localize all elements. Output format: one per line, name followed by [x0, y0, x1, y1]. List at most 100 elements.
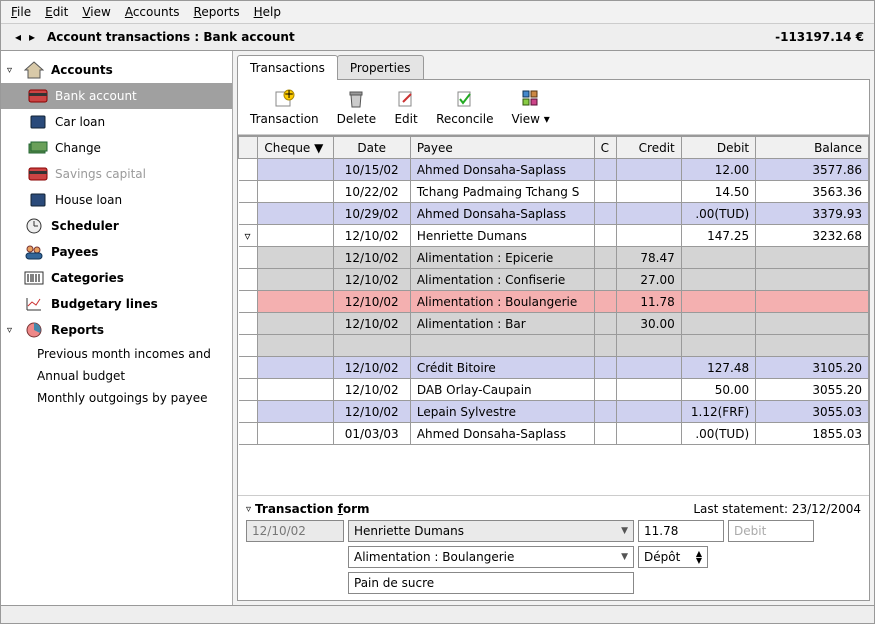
toolbar-reconcile[interactable]: Reconcile [432, 86, 497, 128]
transactions-grid[interactable]: Cheque ▼ Date Payee C Credit Debit Balan… [238, 135, 869, 495]
sidebar-budgetary-label: Budgetary lines [51, 297, 158, 311]
table-row[interactable]: 12/10/02DAB Orlay-Caupain50.003055.20 [239, 379, 869, 401]
tab-transactions[interactable]: Transactions [237, 55, 338, 80]
sidebar: ▿ Accounts Bank account Car loan Change … [1, 51, 233, 605]
table-row[interactable]: 12/10/02Alimentation : Confiserie27.00 [239, 269, 869, 291]
sidebar-item-label: Change [55, 141, 101, 155]
menu-view[interactable]: View [82, 5, 110, 19]
cash-icon [27, 139, 49, 157]
table-row[interactable]: 12/10/02Alimentation : Epicerie78.47 [239, 247, 869, 269]
toolbar-delete[interactable]: Delete [333, 86, 380, 128]
pie-icon [23, 321, 45, 339]
sidebar-payees[interactable]: Payees [1, 239, 232, 265]
table-row[interactable]: 12/10/02Alimentation : Bar30.00 [239, 313, 869, 335]
chevron-down-icon[interactable]: ▿ [7, 65, 17, 76]
spinner-icon: ▲▼ [696, 550, 702, 564]
form-title: Transaction form [255, 502, 370, 516]
sidebar-reports[interactable]: ▿ Reports [1, 317, 232, 343]
menu-edit[interactable]: Edit [45, 5, 68, 19]
form-type[interactable]: Dépôt▲▼ [638, 546, 708, 568]
table-row[interactable]: 10/22/02Tchang Padmaing Tchang S14.50356… [239, 181, 869, 203]
table-row[interactable]: 10/29/02Ahmed Donsaha-Saplass.00(TUD)337… [239, 203, 869, 225]
menu-help[interactable]: Help [254, 5, 281, 19]
col-debit[interactable]: Debit [681, 137, 755, 159]
table-row[interactable]: ▿12/10/02Henriette Dumans147.253232.68 [239, 225, 869, 247]
tabs: Transactions Properties [237, 55, 870, 80]
col-balance[interactable]: Balance [756, 137, 869, 159]
sidebar-reports-label: Reports [51, 323, 104, 337]
col-credit[interactable]: Credit [617, 137, 682, 159]
col-handle[interactable] [239, 137, 258, 159]
sidebar-report-annual[interactable]: Annual budget [1, 365, 232, 387]
statusbar [1, 605, 874, 623]
sidebar-house-loan[interactable]: House loan [1, 187, 232, 213]
transaction-form: ▿ Transaction form Last statement: 23/12… [238, 495, 869, 600]
card-icon [27, 165, 49, 183]
sidebar-accounts[interactable]: ▿ Accounts [1, 57, 232, 83]
sidebar-accounts-label: Accounts [51, 63, 113, 77]
svg-text:+: + [284, 89, 294, 101]
account-balance: -113197.14 € [775, 30, 864, 44]
sidebar-categories-label: Categories [51, 271, 124, 285]
trash-icon [344, 88, 368, 110]
sidebar-savings[interactable]: Savings capital [1, 161, 232, 187]
form-date: 12/10/02 [246, 520, 344, 542]
sidebar-budgetary[interactable]: Budgetary lines [1, 291, 232, 317]
last-statement: Last statement: 23/12/2004 [693, 502, 861, 516]
chevron-down-icon: ▼ [621, 552, 628, 562]
form-amount[interactable]: 11.78 [638, 520, 724, 542]
sidebar-payees-label: Payees [51, 245, 98, 259]
table-row[interactable]: 12/10/02Alimentation : Boulangerie11.78 [239, 291, 869, 313]
table-row[interactable]: 10/15/02Ahmed Donsaha-Saplass12.003577.8… [239, 159, 869, 181]
form-payee[interactable]: Henriette Dumans▼ [348, 520, 634, 542]
form-memo[interactable]: Pain de sucre [348, 572, 634, 594]
add-icon: + [272, 88, 296, 110]
sidebar-item-label: House loan [55, 193, 122, 207]
book-icon [27, 113, 49, 131]
toolbar: +Transaction Delete Edit Reconcile View … [238, 80, 869, 135]
col-c[interactable]: C [594, 137, 616, 159]
sidebar-change[interactable]: Change [1, 135, 232, 161]
table-row[interactable]: 01/03/03Ahmed Donsaha-Saplass.00(TUD)185… [239, 423, 869, 445]
toolbar-view[interactable]: View ▾ [507, 86, 553, 128]
sidebar-bank-account[interactable]: Bank account [1, 83, 232, 109]
sidebar-report-prev-month[interactable]: Previous month incomes and [1, 343, 232, 365]
page-title: Account transactions : Bank account [47, 30, 295, 44]
titlebar: ◂ ▸ Account transactions : Bank account … [1, 24, 874, 51]
sidebar-item-label: Car loan [55, 115, 105, 129]
toolbar-transaction[interactable]: +Transaction [246, 86, 323, 128]
chevron-down-icon: ▼ [621, 526, 628, 536]
form-debit[interactable]: Debit [728, 520, 814, 542]
chevron-down-icon[interactable]: ▿ [246, 504, 251, 515]
table-header: Cheque ▼ Date Payee C Credit Debit Balan… [239, 137, 869, 159]
form-category[interactable]: Alimentation : Boulangerie▼ [348, 546, 634, 568]
clock-icon [23, 217, 45, 235]
toolbar-edit[interactable]: Edit [390, 86, 422, 128]
check-icon [453, 88, 477, 110]
table-row[interactable] [239, 335, 869, 357]
col-date[interactable]: Date [333, 137, 410, 159]
sidebar-item-label: Bank account [55, 89, 137, 103]
chart-icon [23, 295, 45, 313]
tab-properties[interactable]: Properties [337, 55, 424, 80]
sidebar-categories[interactable]: Categories [1, 265, 232, 291]
nav-back[interactable]: ◂ [11, 30, 25, 44]
menu-reports[interactable]: Reports [194, 5, 240, 19]
people-icon [23, 243, 45, 261]
menubar: File Edit View Accounts Reports Help [1, 1, 874, 24]
sidebar-car-loan[interactable]: Car loan [1, 109, 232, 135]
nav-forward[interactable]: ▸ [25, 30, 39, 44]
book-icon [27, 191, 49, 209]
grid-icon [519, 88, 543, 110]
sidebar-report-monthly-out[interactable]: Monthly outgoings by payee [1, 387, 232, 409]
menu-file[interactable]: File [11, 5, 31, 19]
table-row[interactable]: 12/10/02Lepain Sylvestre1.12(FRF)3055.03 [239, 401, 869, 423]
sidebar-scheduler-label: Scheduler [51, 219, 119, 233]
col-cheque[interactable]: Cheque ▼ [258, 137, 333, 159]
chevron-down-icon[interactable]: ▿ [7, 325, 17, 336]
barcode-icon [23, 269, 45, 287]
menu-accounts[interactable]: Accounts [125, 5, 180, 19]
table-row[interactable]: 12/10/02Crédit Bitoire127.483105.20 [239, 357, 869, 379]
sidebar-scheduler[interactable]: Scheduler [1, 213, 232, 239]
col-payee[interactable]: Payee [410, 137, 594, 159]
